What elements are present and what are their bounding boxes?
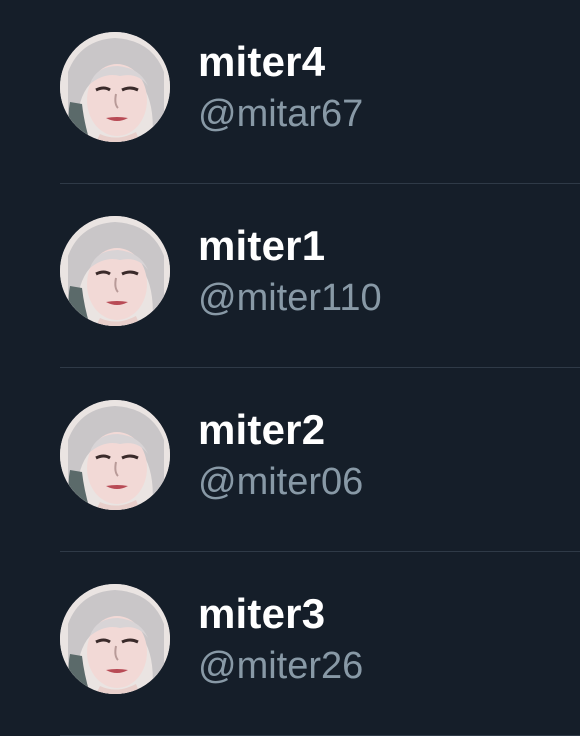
account-row[interactable]: miter4 @mitar67 bbox=[0, 0, 580, 184]
avatar-image bbox=[60, 32, 170, 142]
username-handle: @miter26 bbox=[198, 645, 364, 687]
avatar bbox=[60, 400, 170, 510]
avatar-image bbox=[60, 584, 170, 694]
username-handle: @miter110 bbox=[198, 277, 382, 319]
avatar-image bbox=[60, 216, 170, 326]
account-row[interactable]: miter1 @miter110 bbox=[0, 184, 580, 368]
display-name: miter3 bbox=[198, 590, 326, 637]
display-name: miter1 bbox=[198, 222, 326, 269]
username-handle: @mitar67 bbox=[198, 93, 364, 135]
avatar bbox=[60, 216, 170, 326]
avatar bbox=[60, 32, 170, 142]
display-name: miter2 bbox=[198, 406, 326, 453]
avatar bbox=[60, 584, 170, 694]
account-row[interactable]: miter2 @miter06 bbox=[0, 368, 580, 552]
display-name: miter4 bbox=[198, 38, 326, 85]
account-row[interactable]: miter3 @miter26 bbox=[0, 552, 580, 736]
username-handle: @miter06 bbox=[198, 461, 364, 503]
avatar-image bbox=[60, 400, 170, 510]
account-list: miter4 @mitar67 miter1 @miter110 miter2 … bbox=[0, 0, 580, 736]
